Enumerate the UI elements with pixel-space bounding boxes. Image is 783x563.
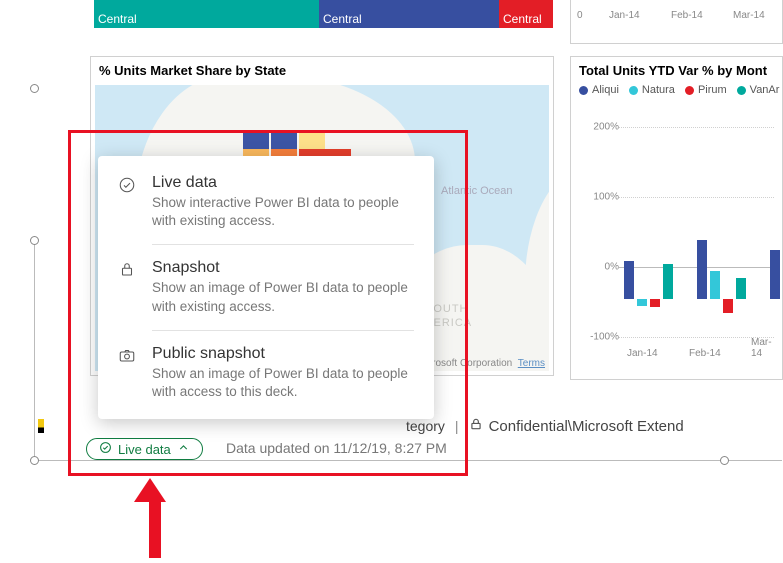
axis-zero: 0 xyxy=(577,10,583,21)
lock-icon xyxy=(469,417,483,435)
legend-item: Natura xyxy=(629,84,675,96)
menu-item-title: Snapshot xyxy=(152,259,414,277)
canvas: Central Central Central 0 Jan-14 Feb-14 … xyxy=(0,0,783,563)
legend-dot-icon xyxy=(579,86,588,95)
menu-item-live-data[interactable]: Live data Show interactive Power BI data… xyxy=(98,160,434,244)
segment-bars: Central Central Central xyxy=(94,0,553,28)
menu-item-title: Live data xyxy=(152,174,414,192)
check-circle-icon xyxy=(116,174,138,230)
menu-item-public-snapshot[interactable]: Public snapshot Show an image of Power B… xyxy=(98,330,434,415)
powerbi-logo-icon xyxy=(38,419,44,433)
legend-dot-icon xyxy=(685,86,694,95)
live-data-label: Live data xyxy=(118,442,171,457)
live-data-dropdown[interactable]: Live data xyxy=(86,438,203,460)
camera-icon xyxy=(116,344,138,401)
data-mode-menu: Live data Show interactive Power BI data… xyxy=(98,156,434,419)
bar xyxy=(650,299,660,307)
selection-handle[interactable] xyxy=(720,456,729,465)
x-tick: Mar-14 xyxy=(733,10,765,21)
bar xyxy=(723,299,733,313)
bar xyxy=(637,299,647,306)
map-label-ocean: Atlantic Ocean xyxy=(441,185,513,197)
y-tick: 100% xyxy=(593,192,619,203)
segment-label: Central xyxy=(503,12,542,26)
map-title: % Units Market Share by State xyxy=(91,57,553,84)
selection-edge xyxy=(34,460,782,461)
x-tick: Feb-14 xyxy=(689,348,721,359)
chart-plot: 200% 100% 0% -100% Jan-14 Feb-14 Mar-14 xyxy=(579,117,774,371)
legend-item: VanAr xyxy=(737,84,780,96)
selection-handle[interactable] xyxy=(30,456,39,465)
x-tick: Mar-14 xyxy=(751,337,774,359)
selection-handle[interactable] xyxy=(30,84,39,93)
segment-label: Central xyxy=(98,12,137,26)
y-tick: 200% xyxy=(593,122,619,133)
bar-group xyxy=(624,261,673,340)
legend-dot-icon xyxy=(737,86,746,95)
x-tick: Jan-14 xyxy=(609,10,640,21)
mini-chart: 0 Jan-14 Feb-14 Mar-14 xyxy=(570,0,783,44)
bar-group xyxy=(770,250,783,339)
menu-item-snapshot[interactable]: Snapshot Show an image of Power BI data … xyxy=(98,244,434,329)
menu-item-desc: Show an image of Power BI data to people… xyxy=(152,279,414,315)
selection-handle[interactable] xyxy=(30,236,39,245)
chevron-up-icon xyxy=(177,441,190,457)
selection-edge xyxy=(34,240,35,460)
check-circle-icon xyxy=(99,441,112,457)
bar xyxy=(663,264,673,299)
y-tick: -100% xyxy=(590,332,619,343)
annotation-arrow-icon xyxy=(144,478,166,558)
segment-bar-red: Central xyxy=(499,0,553,28)
chart-title: Total Units YTD Var % by Mont xyxy=(579,63,774,78)
menu-item-desc: Show interactive Power BI data to people… xyxy=(152,194,414,230)
segment-bar-blue: Central xyxy=(319,0,499,28)
menu-item-title: Public snapshot xyxy=(152,345,414,363)
divider: | xyxy=(455,418,459,434)
legend-item: Pirum xyxy=(685,84,727,96)
chart-card[interactable]: Total Units YTD Var % by Mont Aliqui Nat… xyxy=(570,56,783,380)
sensitivity-label[interactable]: Confidential\Microsoft Extend xyxy=(469,417,684,435)
menu-item-desc: Show an image of Power BI data to people… xyxy=(152,365,414,401)
bar xyxy=(697,240,707,300)
lock-icon xyxy=(116,258,138,315)
x-tick: Jan-14 xyxy=(627,348,658,359)
bar xyxy=(770,250,780,299)
segment-label: Central xyxy=(323,12,362,26)
bar xyxy=(710,271,720,299)
chart-legend: Aliqui Natura Pirum VanAr xyxy=(579,84,774,96)
data-updated-text: Data updated on 11/12/19, 8:27 PM xyxy=(226,440,447,456)
legend-dot-icon xyxy=(629,86,638,95)
terms-link[interactable]: Terms xyxy=(518,358,545,369)
bar-group xyxy=(697,240,746,340)
y-tick: 0% xyxy=(605,262,619,273)
breadcrumb-fragment: tegory xyxy=(406,418,445,434)
legend-item: Aliqui xyxy=(579,84,619,96)
bar xyxy=(624,261,634,300)
segment-bar-teal: Central xyxy=(94,0,319,28)
bar xyxy=(736,278,746,299)
x-tick: Feb-14 xyxy=(671,10,703,21)
